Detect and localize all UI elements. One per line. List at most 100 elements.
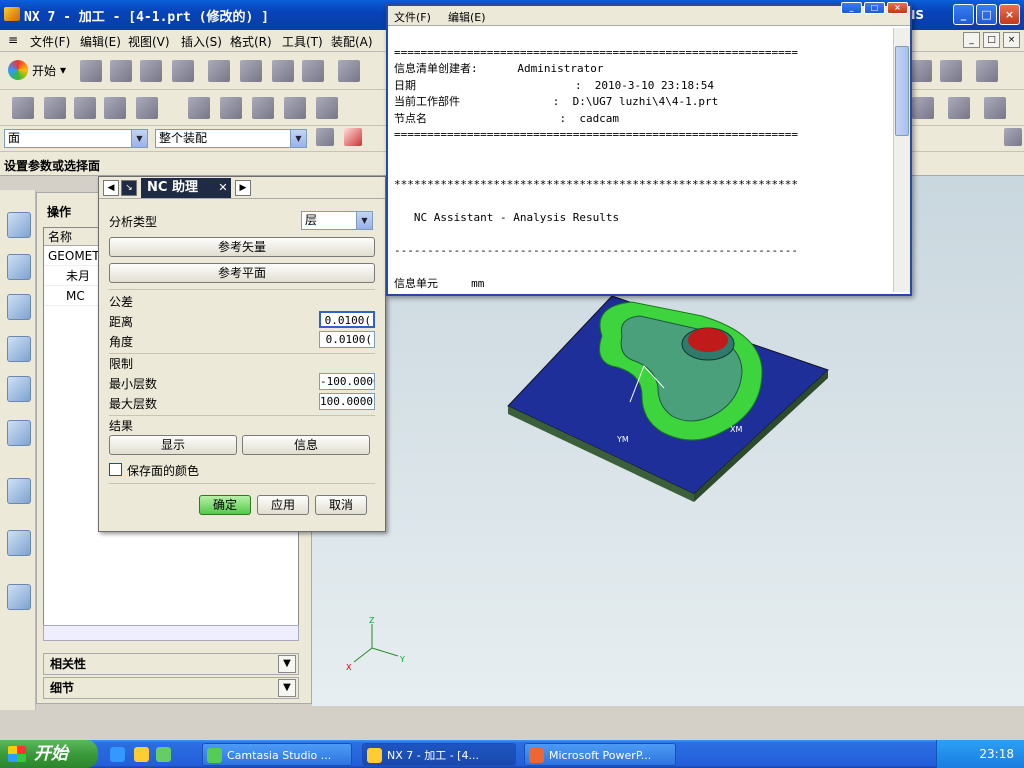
create-method-icon[interactable] [104, 97, 126, 119]
axis-x-label: X [346, 663, 352, 672]
postprocess-icon[interactable] [252, 97, 274, 119]
back-icon[interactable]: ◀ [103, 180, 119, 196]
part-navigator-icon[interactable] [7, 294, 31, 320]
menu-format[interactable]: 格式(R) [230, 33, 272, 50]
maximize-button[interactable]: □ [976, 4, 997, 25]
section-details[interactable]: 细节 ▼ [43, 677, 299, 699]
scope-combo[interactable]: 整个装配 ▼ [155, 129, 307, 148]
create-operation-icon[interactable] [136, 97, 158, 119]
render-icon[interactable] [948, 97, 970, 119]
menu-view[interactable]: 视图(V) [128, 33, 170, 50]
tool-icon[interactable] [910, 60, 932, 82]
ref-plane-button[interactable]: 参考平面 [109, 263, 375, 283]
info-maximize-button[interactable]: □ [864, 2, 885, 14]
create-geometry-icon[interactable] [74, 97, 96, 119]
assembly-navigator-icon[interactable] [7, 212, 31, 238]
info-close-button[interactable]: × [887, 2, 908, 14]
save-face-color-checkbox[interactable] [109, 463, 122, 476]
min-layer-field[interactable]: -100.0000 [319, 373, 375, 390]
shop-doc-icon[interactable] [284, 97, 306, 119]
paste-icon[interactable] [272, 60, 294, 82]
delete-icon[interactable] [302, 60, 324, 82]
camtasia-icon [207, 748, 222, 763]
ok-button[interactable]: 确定 [199, 495, 251, 515]
create-tool-icon[interactable] [44, 97, 66, 119]
section-dependencies[interactable]: 相关性 ▼ [43, 653, 299, 675]
generate-path-icon[interactable] [188, 97, 210, 119]
info-vertical-scrollbar[interactable] [893, 28, 910, 292]
start-menu-button[interactable]: 开始 ▾ [8, 60, 66, 80]
constraint-navigator-icon[interactable] [7, 254, 31, 280]
minimize-button[interactable]: _ [953, 4, 974, 25]
fit-view-icon[interactable] [1004, 128, 1022, 146]
forward-icon[interactable]: ▶ [235, 180, 251, 196]
menu-file[interactable]: 文件(F) [30, 33, 70, 50]
menu-icon: ≡ [8, 33, 19, 47]
delete-op-icon[interactable] [316, 97, 338, 119]
copy-icon[interactable] [240, 60, 262, 82]
info-line [394, 144, 878, 161]
angle-field[interactable]: 0.0100( [319, 331, 375, 348]
info-minimize-button[interactable]: _ [841, 2, 862, 14]
snap-point-icon[interactable] [344, 128, 362, 146]
web-browser-icon[interactable] [7, 530, 31, 556]
taskbar-item-powerpoint[interactable]: Microsoft PowerP... [524, 743, 676, 766]
distance-field[interactable]: 0.0100( [319, 311, 375, 328]
filter-combo[interactable]: 面 ▼ [4, 129, 148, 148]
info-menu-edit[interactable]: 编辑(E) [448, 9, 486, 25]
info-icon[interactable] [7, 478, 31, 504]
menu-tools[interactable]: 工具(T) [282, 33, 323, 50]
cancel-button[interactable]: 取消 [315, 495, 367, 515]
cancel-tool-icon[interactable] [984, 97, 1006, 119]
menu-insert[interactable]: 插入(S) [181, 33, 222, 50]
media-icon[interactable] [156, 747, 171, 762]
operation-navigator-icon[interactable] [7, 336, 31, 362]
taskbar-item-nx[interactable]: NX 7 - 加工 - [4... [362, 743, 516, 766]
machine-navigator-icon[interactable] [7, 376, 31, 402]
menu-edit[interactable]: 编辑(E) [80, 33, 121, 50]
apply-button[interactable]: 应用 [257, 495, 309, 515]
info-menu-file[interactable]: 文件(F) [394, 9, 431, 25]
doc-close-button[interactable]: × [1003, 32, 1020, 48]
open-icon[interactable] [110, 60, 132, 82]
resource-bar [0, 190, 36, 710]
close-button[interactable]: × [999, 4, 1020, 25]
history-icon[interactable] [7, 584, 31, 610]
info-line: 节点名 : cadcam [394, 111, 620, 125]
paint-icon[interactable] [940, 60, 962, 82]
max-layer-field[interactable]: 100.0000( [319, 393, 375, 410]
info-line [394, 193, 878, 210]
menu-assemblies[interactable]: 装配(A) [331, 33, 373, 50]
taskbar-item-camtasia[interactable]: Camtasia Studio ... [202, 743, 352, 766]
filter-settings-icon[interactable] [316, 128, 334, 146]
print-icon[interactable] [172, 60, 194, 82]
cut-icon[interactable] [208, 60, 230, 82]
start-button[interactable]: 开始 [0, 740, 98, 768]
undo-icon[interactable] [338, 60, 360, 82]
close-icon[interactable]: ✕ [215, 180, 231, 196]
save-icon[interactable] [140, 60, 162, 82]
create-program-icon[interactable] [12, 97, 34, 119]
info-text-area[interactable]: ========================================… [394, 28, 878, 290]
display-button[interactable]: 显示 [109, 435, 237, 455]
info-button[interactable]: 信息 [242, 435, 370, 455]
horizontal-scrollbar[interactable] [43, 625, 299, 641]
navigator-header: 操作 [47, 205, 72, 219]
verify-path-icon[interactable] [220, 97, 242, 119]
powerpoint-icon [529, 748, 544, 763]
scroll-thumb[interactable] [895, 46, 909, 136]
ref-vector-button[interactable]: 参考矢量 [109, 237, 375, 257]
tool-library-icon[interactable] [7, 420, 31, 446]
desktop-icon[interactable] [134, 747, 149, 762]
chevron-down-icon[interactable]: ▼ [278, 679, 296, 697]
divider [109, 289, 375, 290]
doc-minimize-button[interactable]: _ [963, 32, 980, 48]
analysis-type-select[interactable]: 层 ▼ [301, 211, 373, 230]
doc-restore-button[interactable]: □ [983, 32, 1000, 48]
tolerance-label: 公差 [109, 295, 134, 309]
view-icon[interactable] [912, 97, 934, 119]
chevron-down-icon[interactable]: ▼ [278, 655, 296, 673]
new-icon[interactable] [80, 60, 102, 82]
ie-icon[interactable] [110, 747, 125, 762]
measure-icon[interactable] [976, 60, 998, 82]
